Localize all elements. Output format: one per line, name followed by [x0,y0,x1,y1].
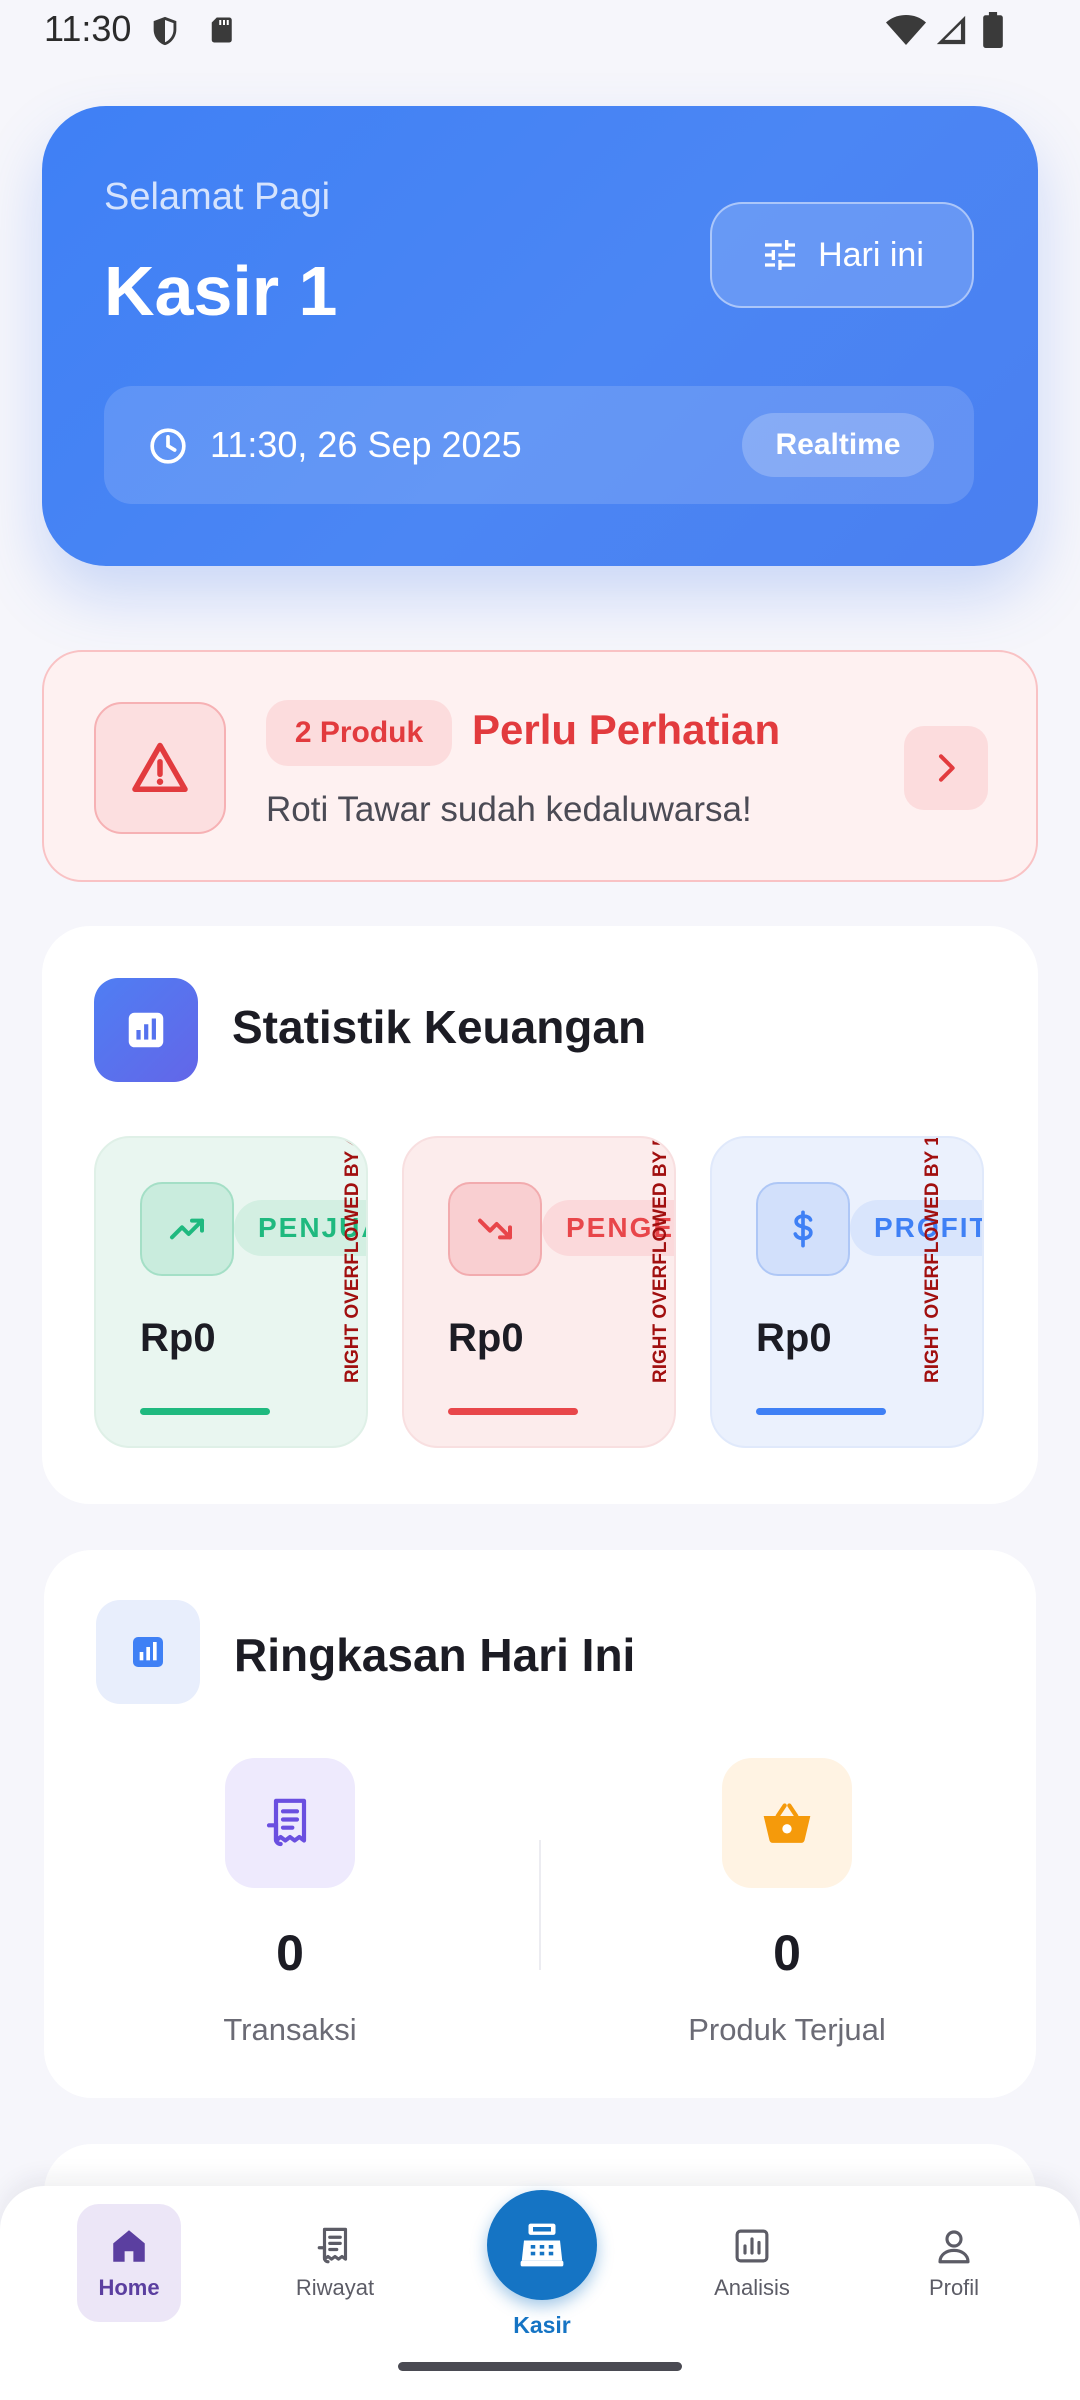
overflow-warning: RIGHT OVERFLOWED BY 18 PIXELS [922,1136,943,1383]
products-sold-count: 0 [773,1925,801,1981]
summary-divider [539,1840,541,1970]
clock-icon [148,426,188,466]
summary-title: Ringkasan Hari Ini [234,1629,636,1681]
products-sold-label: Produk Terjual [688,2012,886,2047]
nav-home[interactable]: Home [77,2204,181,2322]
nav-riwayat-label: Riwayat [295,2275,375,2300]
nav-profil[interactable]: Profil [902,2204,1006,2322]
dollar-icon [756,1182,850,1276]
summary-transactions: 0 Transaksi [130,1758,450,2048]
receipt-icon [314,2225,356,2267]
stat-expenses-value: Rp0 [448,1316,524,1360]
battery-icon [982,12,1004,48]
header-card: Selamat Pagi Kasir 1 Hari ini 11:30, 26 … [42,106,1038,566]
nav-home-label: Home [98,2275,160,2300]
gesture-home-indicator[interactable] [398,2362,682,2371]
transactions-count: 0 [276,1925,304,1981]
tune-icon [760,235,800,275]
receipt-icon [225,1758,355,1888]
wifi-icon [886,12,926,48]
date-filter-button[interactable]: Hari ini [710,202,974,308]
date-filter-label: Hari ini [818,235,924,274]
stat-sales[interactable]: PENJUALAN Rp0 RIGHT OVERFLOWED BY 43 PIX… [94,1136,368,1448]
nav-kasir-label: Kasir [513,2312,571,2338]
datetime-text: 11:30, 26 Sep 2025 [210,424,522,465]
alert-message: Roti Tawar sudah kedaluwarsa! [266,790,752,829]
stat-profit-label: PROFIT [850,1200,982,1256]
alert-title: Perlu Perhatian [472,706,781,753]
nav-riwayat[interactable]: Riwayat [283,2204,387,2322]
cellular-signal-icon [934,12,968,48]
today-summary-card: Ringkasan Hari Ini 0 Transaksi 0 Produk … [44,1550,1036,2098]
nav-kasir[interactable] [487,2190,597,2300]
trending-down-icon [448,1182,542,1276]
greeting-text: Selamat Pagi [104,176,331,218]
basket-icon [722,1758,852,1888]
analytics-icon [96,1600,200,1704]
status-bar: 11:30 [0,0,1080,62]
stat-profit-bar [756,1408,886,1415]
nav-profil-label: Profil [928,2275,980,2300]
nav-analisis[interactable]: Analisis [700,2204,804,2322]
summary-products-sold: 0 Produk Terjual [627,1758,947,2048]
warning-icon [94,702,226,834]
finance-title: Statistik Keuangan [232,1001,647,1053]
stat-profit-value: Rp0 [756,1316,832,1360]
chevron-right-icon[interactable] [904,726,988,810]
cashier-name: Kasir 1 [104,252,338,330]
stat-expenses-bar [448,1408,578,1415]
expiry-alert-card[interactable]: 2 Produk Perlu Perhatian Roti Tawar suda… [42,650,1038,882]
realtime-badge: Realtime [742,413,934,477]
sd-card-icon [208,12,238,48]
shield-icon [148,12,182,50]
overflow-warning: RIGHT OVERFLOWED BY 57 PIXELS [650,1136,671,1383]
person-icon [933,2225,975,2267]
stat-sales-bar [140,1408,270,1415]
transactions-label: Transaksi [223,2012,357,2047]
stat-profit[interactable]: PROFIT Rp0 RIGHT OVERFLOWED BY 18 PIXELS [710,1136,984,1448]
cash-register-icon [515,2218,569,2272]
stat-sales-value: Rp0 [140,1316,216,1360]
trending-up-icon [140,1182,234,1276]
finance-stats-card: Statistik Keuangan PENJUALAN Rp0 RIGHT O… [42,926,1038,1504]
status-time: 11:30 [44,8,132,49]
stat-expenses[interactable]: PENGELUARAN Rp0 RIGHT OVERFLOWED BY 57 P… [402,1136,676,1448]
bar-chart-icon [94,978,198,1082]
nav-analisis-label: Analisis [714,2275,790,2300]
home-icon [108,2225,150,2267]
datetime-box: 11:30, 26 Sep 2025 Realtime [104,386,974,504]
overflow-warning: RIGHT OVERFLOWED BY 43 PIXELS [342,1136,363,1383]
product-count-badge: 2 Produk [266,700,452,766]
bar-chart-icon [731,2225,773,2267]
